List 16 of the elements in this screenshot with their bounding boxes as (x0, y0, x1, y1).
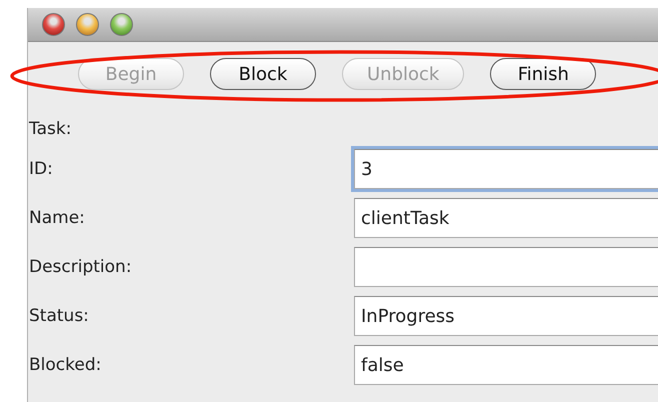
field-label: Description: (28, 257, 132, 277)
field-label: ID: (28, 159, 53, 179)
toolbar-button[interactable]: Finish (490, 58, 596, 90)
close-button[interactable] (42, 13, 65, 36)
zoom-button[interactable] (110, 13, 133, 36)
field-label: Blocked: (28, 355, 102, 375)
field-label: Status: (28, 306, 89, 326)
field-label: Name: (28, 208, 85, 228)
toolbar-button[interactable]: Block (210, 58, 316, 90)
input-field[interactable] (354, 247, 658, 287)
section-heading: Task: (28, 118, 72, 141)
input-field[interactable]: InProgress (354, 296, 658, 336)
input-field[interactable]: false (354, 345, 658, 385)
input-field[interactable]: 3 (354, 149, 658, 189)
input-field[interactable]: clientTask (354, 198, 658, 238)
minimize-button[interactable] (76, 13, 99, 36)
